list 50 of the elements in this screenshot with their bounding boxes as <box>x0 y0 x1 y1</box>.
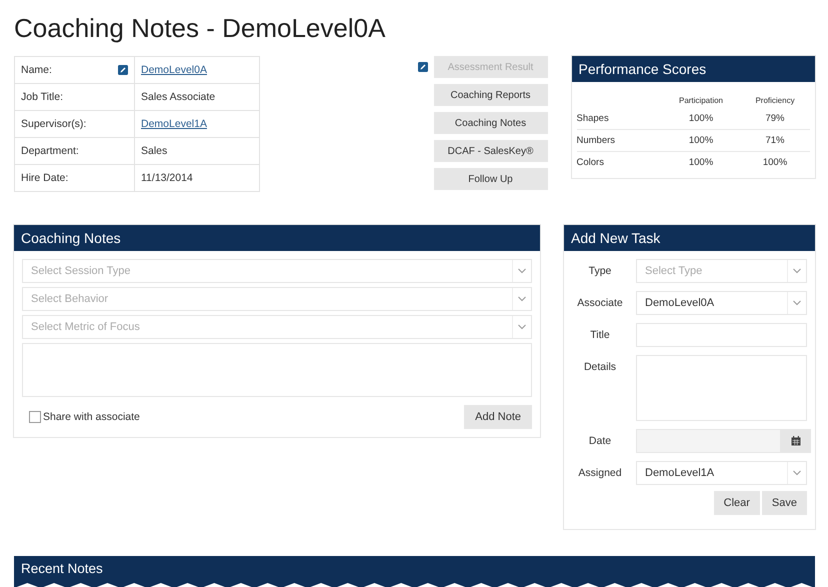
edit-icon[interactable] <box>118 65 128 75</box>
field-label: Department: <box>21 145 79 157</box>
action-button[interactable]: Coaching Notes <box>434 112 548 134</box>
field-label: Details <box>582 360 618 373</box>
profile-link[interactable]: DemoLevel0A <box>141 64 207 76</box>
field-label: Job Title: <box>21 91 64 103</box>
score-value: 100% <box>762 157 788 168</box>
action-button[interactable]: Follow Up <box>434 168 548 190</box>
checkbox[interactable] <box>29 411 41 423</box>
task-button[interactable]: Clear <box>714 491 760 515</box>
select-field[interactable]: DemoLevel0A <box>636 291 807 315</box>
field-label: Name: <box>21 64 52 76</box>
date-field[interactable] <box>636 429 781 453</box>
score-value: 71% <box>764 135 786 146</box>
row-label: Shapes <box>576 113 610 124</box>
row-label: Numbers <box>576 135 616 146</box>
field-label: Supervisor(s): <box>21 118 86 130</box>
score-value: 100% <box>688 157 714 168</box>
column-header: Proficiency <box>754 96 796 104</box>
score-value: 100% <box>688 113 714 124</box>
select-field[interactable]: DemoLevel1A <box>636 461 807 485</box>
field-label: Title <box>589 329 611 341</box>
field-label: Date <box>588 435 612 447</box>
score-value: 100% <box>688 135 714 146</box>
calendar-icon <box>791 436 801 446</box>
panel-title: Performance Scores <box>578 61 706 77</box>
page-title: Coaching Notes - DemoLevel0A <box>14 12 386 45</box>
score-value: 79% <box>764 113 786 124</box>
checkbox-label: Share with associate <box>43 411 140 423</box>
task-button[interactable]: Save <box>762 491 807 515</box>
field-value: 11/13/2014 <box>141 172 193 184</box>
field-label: Assigned <box>577 467 623 479</box>
panel-title: Recent Notes <box>21 561 103 576</box>
profile-link[interactable]: DemoLevel1A <box>141 118 207 130</box>
field-label: Type <box>588 265 612 277</box>
input-field[interactable] <box>636 323 807 347</box>
details-field[interactable] <box>636 355 807 421</box>
calendar-button[interactable] <box>781 429 811 453</box>
panel-title: Add New Task <box>571 230 660 246</box>
field-label: Hire Date: <box>21 172 68 184</box>
row-label: Colors <box>576 157 605 168</box>
column-header: Participation <box>678 96 724 104</box>
action-button[interactable]: Coaching Reports <box>434 84 548 106</box>
field-label: Associate <box>576 297 624 309</box>
add-note-button[interactable]: Add Note <box>464 405 532 429</box>
note-field[interactable] <box>22 343 532 397</box>
field-value: Sales <box>141 145 168 157</box>
action-button[interactable]: DCAF - SalesKey® <box>434 140 548 162</box>
field-value: Sales Associate <box>141 91 216 103</box>
panel-title: Coaching Notes <box>21 230 121 246</box>
